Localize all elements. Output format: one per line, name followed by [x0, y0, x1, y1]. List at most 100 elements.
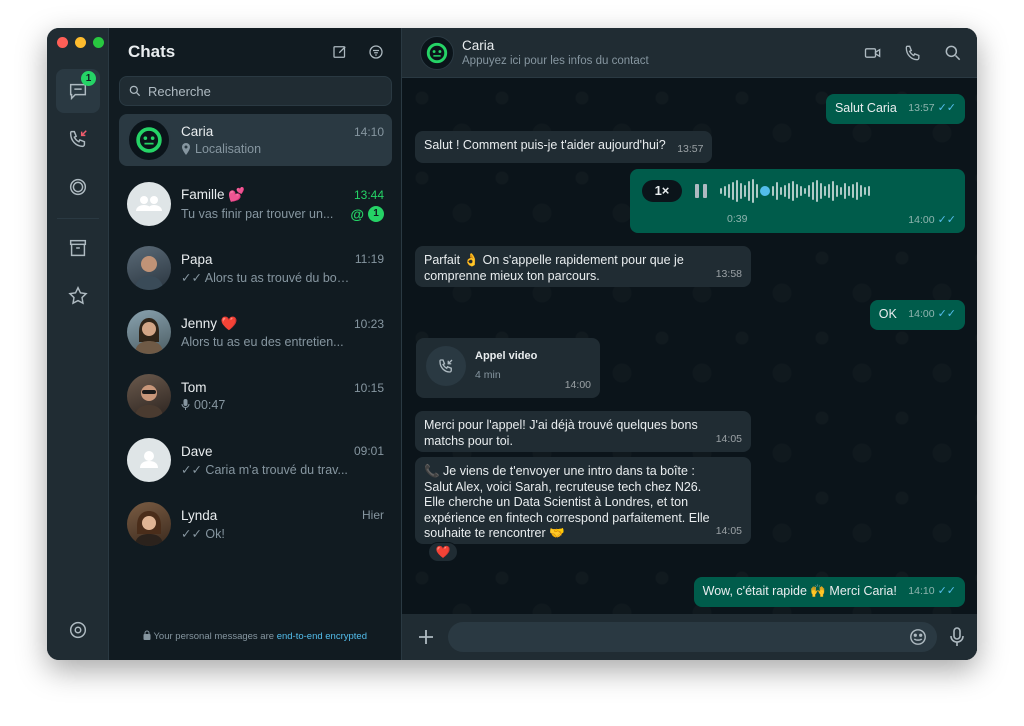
waveform-bar [780, 187, 782, 195]
message-text: OK [878, 307, 897, 321]
emoji-icon[interactable] [909, 628, 927, 646]
chat-item-famille[interactable]: Famille 💕 13:44 Tu vas finir par trouver… [119, 172, 392, 236]
waveform-bar [804, 188, 806, 194]
waveform-bar [848, 186, 850, 196]
person-icon [127, 438, 171, 482]
rail-settings-button[interactable] [56, 608, 100, 652]
chat-item-lynda[interactable]: Lynda Hier ✓✓ Ok! [119, 492, 392, 556]
message-time: 14:00 [908, 213, 935, 226]
waveform-bar [748, 181, 750, 201]
chat-item-caria[interactable]: Caria 14:10 Localisation [119, 114, 392, 166]
chat-list: Caria 14:10 Localisation Famille 💕 13:44 [109, 114, 401, 556]
minimize-window-button[interactable] [75, 37, 86, 48]
playback-speed-button[interactable]: 1× [642, 180, 682, 202]
new-chat-icon[interactable] [331, 43, 349, 61]
waveform-bar [740, 183, 742, 199]
search-icon[interactable] [943, 43, 963, 63]
waveform-bar [772, 186, 774, 196]
close-window-button[interactable] [57, 37, 68, 48]
encryption-link[interactable]: end-to-end encrypted [277, 631, 367, 642]
unread-count-badge: 1 [368, 205, 384, 222]
search-box[interactable] [119, 76, 392, 106]
message-input[interactable] [448, 622, 937, 652]
read-ticks-icon: ✓✓ [937, 102, 956, 114]
mic-icon [181, 399, 190, 411]
avatar [127, 118, 171, 162]
waveform-bar [840, 187, 842, 195]
waveform-bar [736, 180, 738, 202]
rail-status-button[interactable] [56, 165, 100, 209]
playback-position-handle[interactable] [760, 186, 770, 196]
message-incoming[interactable]: Salut ! Comment puis-je t'aider aujourd'… [415, 131, 713, 163]
waveform-bar [728, 184, 730, 198]
rail-starred-button[interactable] [56, 274, 100, 318]
call-card[interactable]: Appel video 4 min 14:00 [416, 338, 600, 398]
message-outgoing[interactable]: Salut Caria 13:57 ✓✓ [825, 94, 965, 124]
chat-list-panel: Chats Recherche Caria 14:10 Localisation… [109, 28, 402, 660]
read-ticks-icon: ✓✓ [937, 585, 956, 597]
rail-archive-button[interactable] [56, 226, 100, 270]
message-meta: 14:00 ✓✓ [908, 213, 956, 229]
pin-icon [181, 143, 191, 155]
waveform-bar [788, 183, 790, 199]
message-time: 14:05 [715, 524, 742, 537]
contact-avatar[interactable] [420, 35, 454, 70]
avatar [127, 310, 171, 354]
plus-icon[interactable] [416, 627, 436, 647]
waveform-bar [796, 184, 798, 198]
message-outgoing[interactable]: Wow, c'était rapide 🙌 Merci Caria! 14:10… [693, 577, 965, 607]
message-time: 14:05 [715, 432, 742, 445]
waveform-bar [836, 185, 838, 197]
chat-item-jenny[interactable]: Jenny ❤️ 10:23 Alors tu as eu des entret… [119, 300, 392, 364]
heart-reaction[interactable]: ❤️ [428, 542, 458, 562]
encryption-notice: Your personal messages are end-to-end en… [109, 630, 401, 642]
incoming-call-icon [426, 346, 466, 386]
message-text: Wow, c'était rapide 🙌 Merci Caria! [702, 584, 897, 598]
message-incoming[interactable]: 📞 Je viens de t'envoyer une intro dans t… [415, 457, 751, 544]
rail-chats-button[interactable]: 1 [56, 69, 100, 113]
waveform-bar [844, 183, 846, 199]
chat-item-papa[interactable]: Papa 11:19 ✓✓ Alors tu as trouvé du boul… [119, 236, 392, 300]
pause-icon[interactable] [694, 183, 708, 199]
chat-item-tom[interactable]: Tom 10:15 00:47 [119, 364, 392, 428]
message-time: 14:00 [564, 378, 591, 391]
search-input[interactable] [148, 83, 368, 99]
waveform-bar [756, 184, 758, 198]
chat-time: 10:15 [353, 380, 384, 395]
chat-preview: ✓✓ Ok! [181, 526, 225, 541]
window-controls [57, 37, 104, 48]
message-incoming[interactable]: Merci pour l'appel! J'ai déjà trouvé que… [415, 411, 751, 452]
waveform-bar [816, 180, 818, 202]
mention-indicator: @ [350, 205, 364, 222]
message-area: Salut Caria 13:57 ✓✓ Salut ! Comment puis… [402, 78, 977, 614]
audio-waveform[interactable] [720, 179, 870, 203]
encryption-text: Your personal messages are [153, 631, 277, 642]
waveform-bar [744, 185, 746, 197]
contact-subtitle: Appuyez ici pour les infos du contact [462, 55, 649, 67]
message-incoming[interactable]: Parfait 👌 On s'appelle rapidement pour q… [415, 246, 751, 287]
message-outgoing[interactable]: OK 14:00 ✓✓ [869, 300, 965, 330]
voice-message[interactable]: 1× 0:39 14:00 ✓✓ [630, 169, 965, 233]
chat-time: 11:19 [354, 252, 384, 266]
phone-icon[interactable] [903, 43, 923, 63]
archive-icon [67, 237, 89, 259]
star-icon [67, 285, 89, 307]
microphone-icon[interactable] [949, 627, 965, 647]
waveform-bar [868, 186, 870, 196]
chat-time: 13:44 [353, 187, 384, 202]
maximize-window-button[interactable] [93, 37, 104, 48]
message-meta: 14:10 ✓✓ [908, 584, 956, 600]
search-icon [128, 84, 142, 98]
message-time: 13:58 [715, 267, 742, 280]
avatar [127, 438, 171, 482]
waveform-bar [860, 185, 862, 197]
rail-calls-button[interactable] [56, 117, 100, 161]
waveform-bar [852, 184, 854, 198]
message-meta: 13:57 ✓✓ [908, 101, 956, 117]
waveform-bar [792, 181, 794, 201]
conversation-header[interactable]: Caria Appuyez ici pour les infos du cont… [402, 28, 977, 78]
video-call-icon[interactable] [863, 43, 883, 63]
chat-item-dave[interactable]: Dave 09:01 ✓✓ Caria m'a trouvé du trav..… [119, 428, 392, 492]
rail-divider [57, 218, 99, 219]
filter-icon[interactable] [367, 43, 385, 61]
